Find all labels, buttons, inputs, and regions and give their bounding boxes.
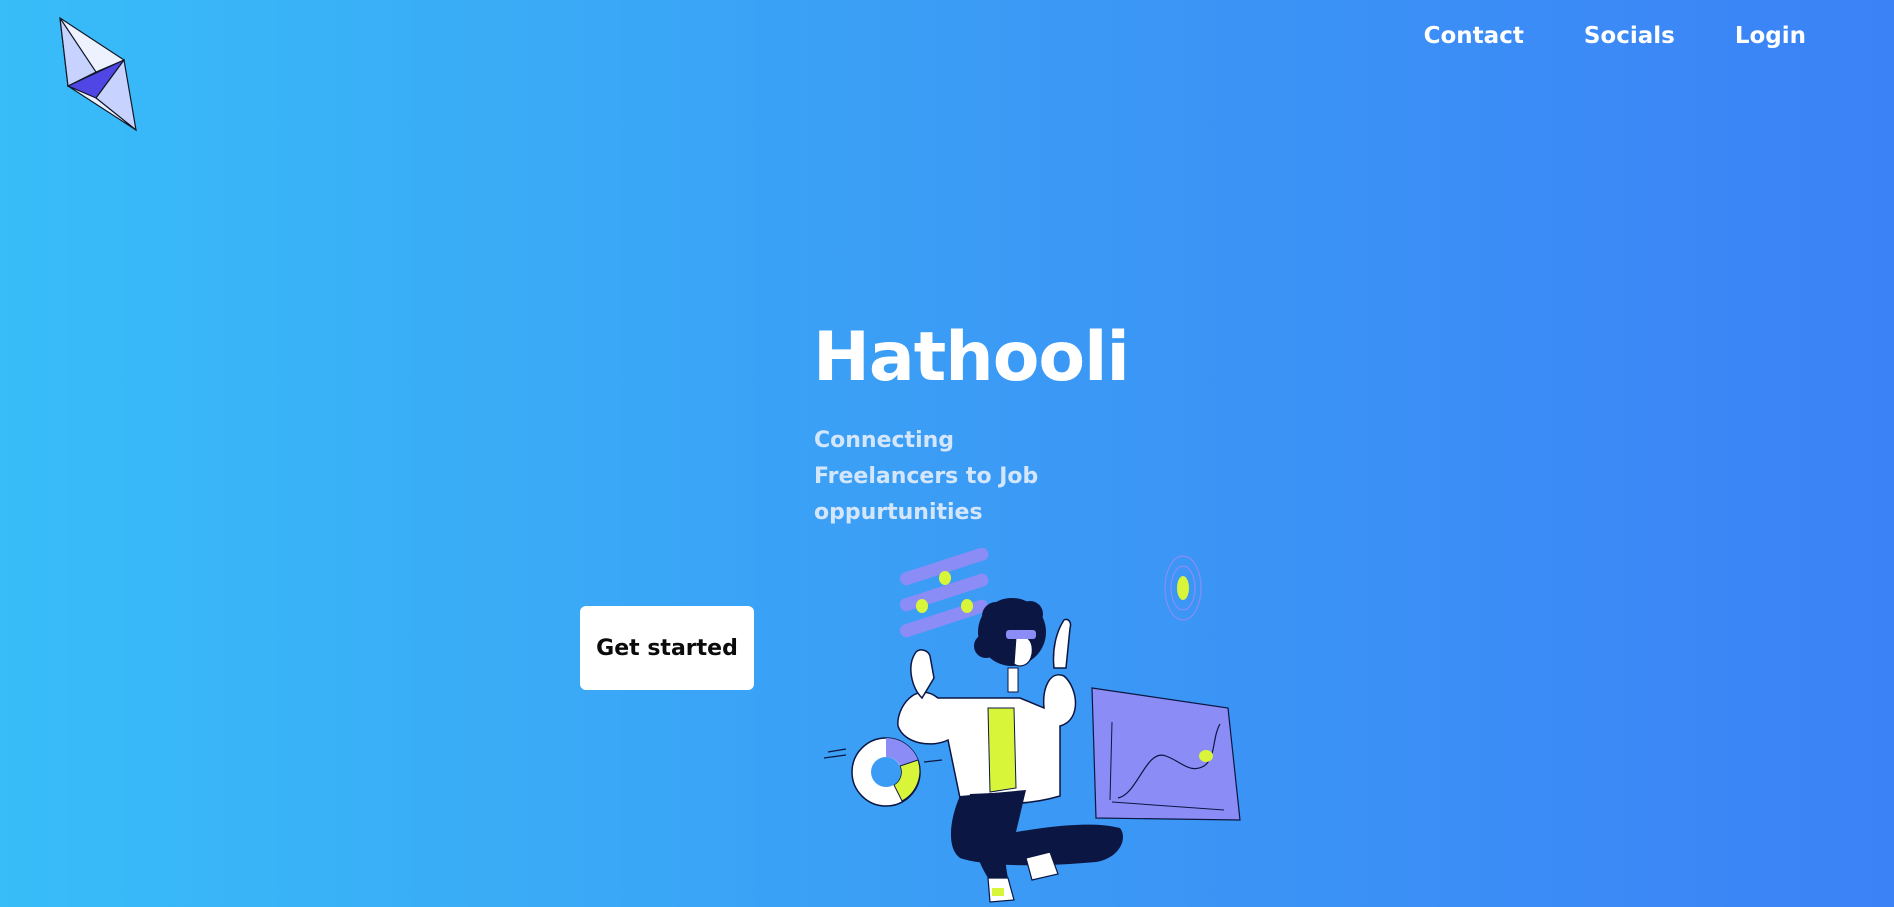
hero-title: Hathooli bbox=[813, 318, 1130, 397]
hero-illustration bbox=[823, 548, 1241, 903]
list-card-icon bbox=[899, 548, 989, 638]
get-started-button[interactable]: Get started bbox=[580, 606, 754, 690]
top-nav: Contact Socials Login bbox=[1424, 18, 1806, 54]
nav-login-link[interactable]: Login bbox=[1735, 18, 1806, 54]
donut-chart-icon bbox=[823, 737, 943, 807]
chart-panel-icon bbox=[1091, 687, 1241, 821]
nav-socials-link[interactable]: Socials bbox=[1584, 18, 1675, 54]
hero-subtitle: Connecting Freelancers to Job oppurtunit… bbox=[814, 428, 1039, 525]
person-figure bbox=[897, 598, 1123, 903]
signal-icon bbox=[1164, 555, 1202, 621]
nav-contact-link[interactable]: Contact bbox=[1424, 18, 1524, 54]
logo-icon[interactable] bbox=[58, 16, 138, 132]
